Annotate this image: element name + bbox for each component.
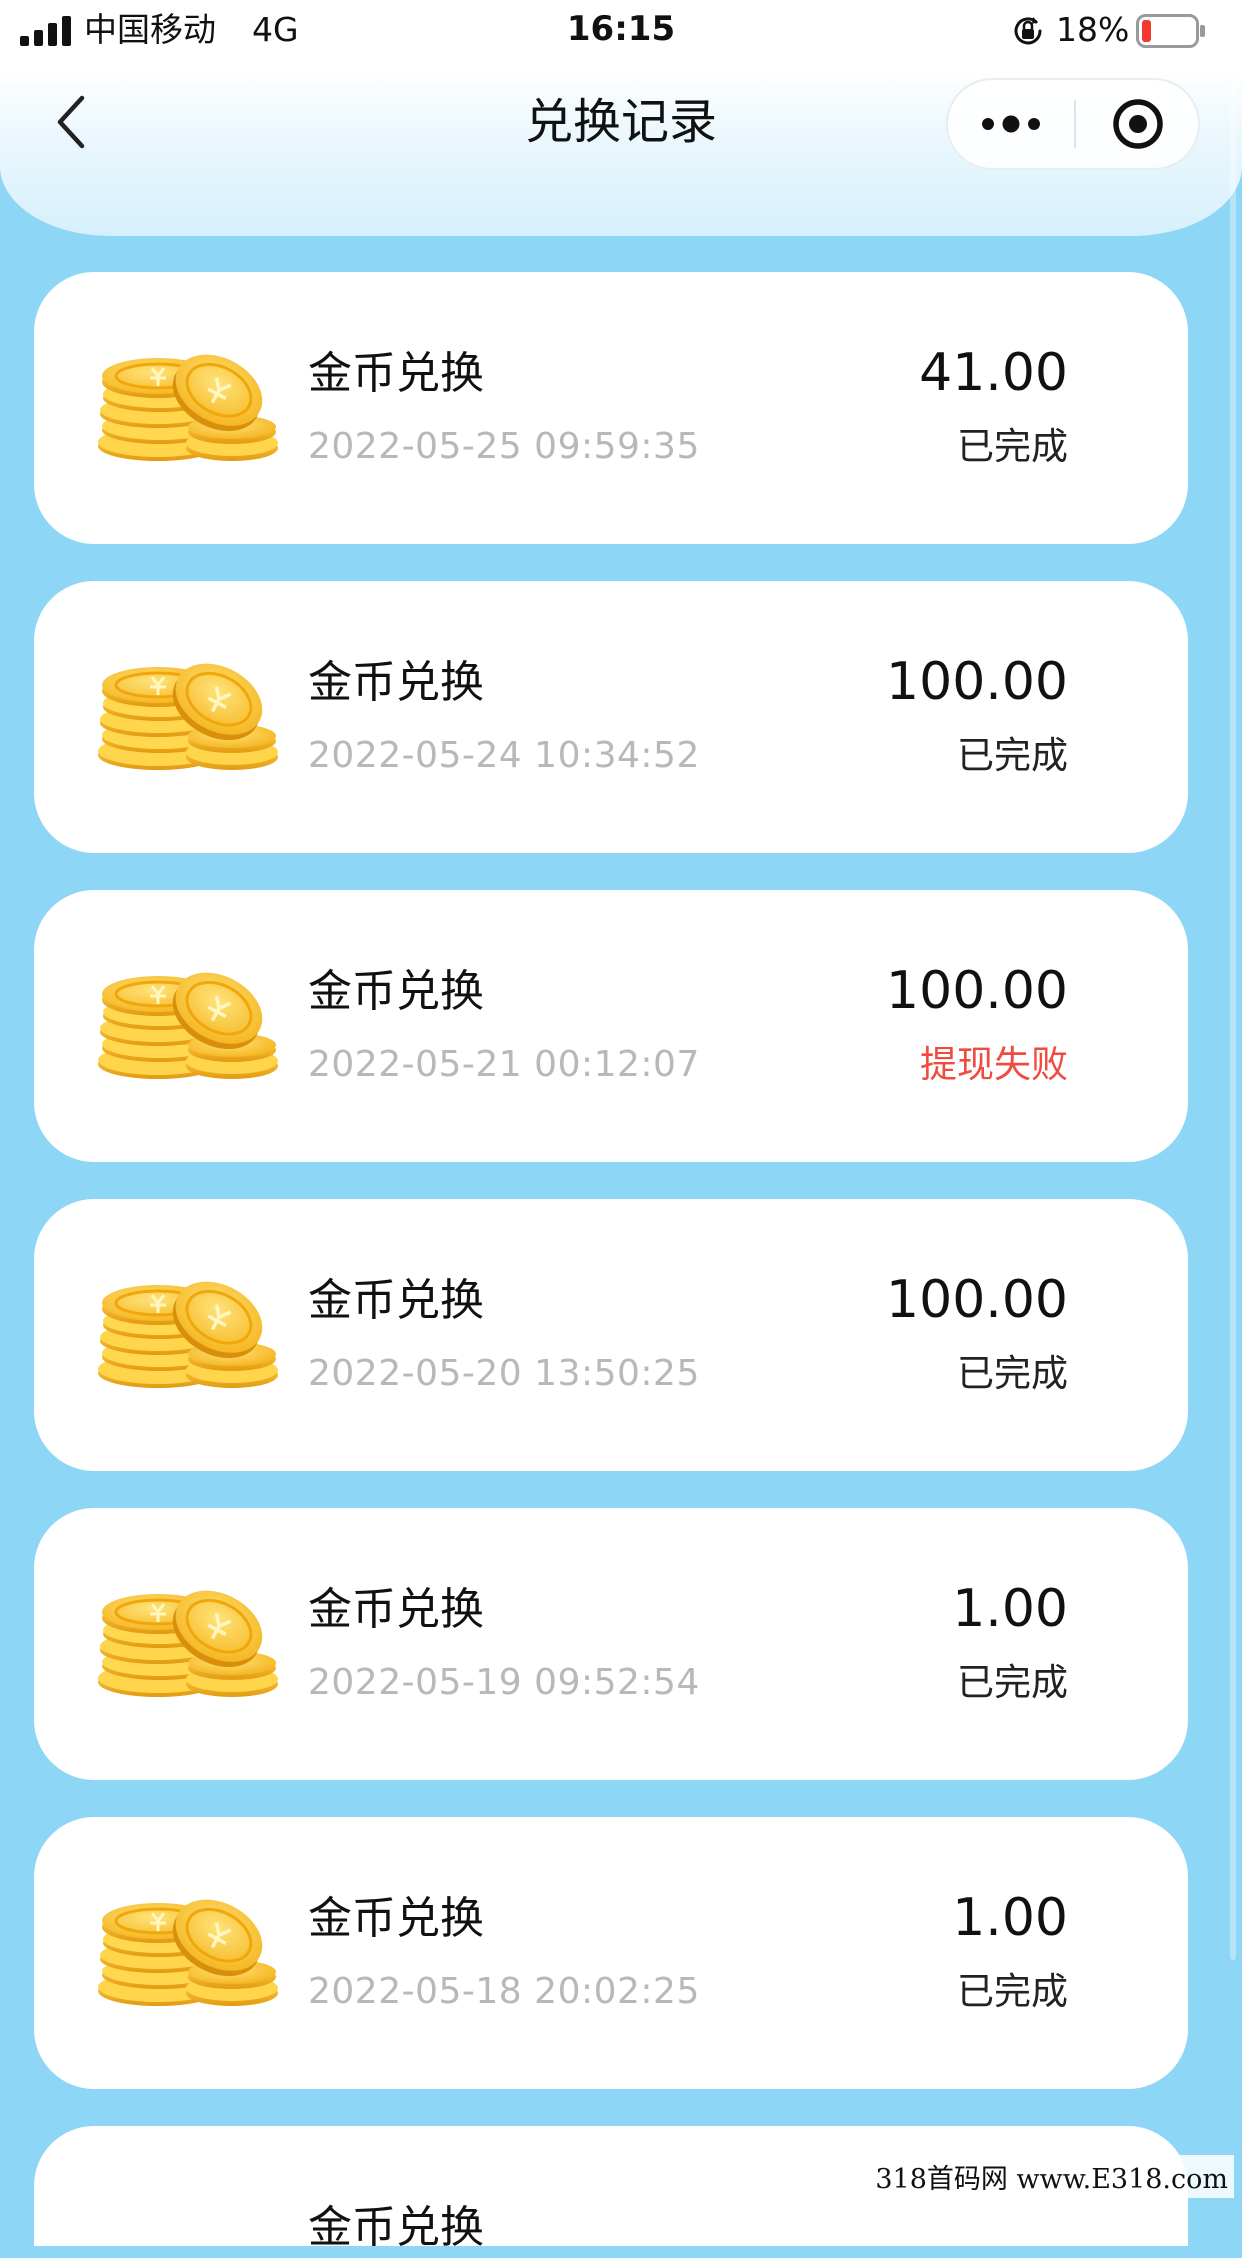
- record-title: 金币兑换: [308, 657, 484, 708]
- record-amount: 41.00: [919, 343, 1068, 403]
- record-status: 已完成: [957, 734, 1068, 777]
- record-amount: 100.00: [886, 1270, 1068, 1330]
- record-status: 已完成: [957, 1970, 1068, 2013]
- gold-coins-icon: [96, 1885, 280, 2009]
- gold-coins-icon: [96, 340, 280, 464]
- record-list: 金币兑换 2022-05-25 09:59:35 41.00 已完成 金币兑换 …: [0, 0, 1242, 2253]
- record-amount: 100.00: [886, 652, 1068, 712]
- record-title: 金币兑换: [308, 1584, 484, 1635]
- record-title: 金币兑换: [308, 2202, 484, 2253]
- gold-coins-icon: [96, 958, 280, 1082]
- record-status-failed: 提现失败: [920, 1043, 1068, 1086]
- record-amount: 100.00: [886, 961, 1068, 1021]
- record-status: 已完成: [957, 1352, 1068, 1395]
- battery-level-fill: [1142, 20, 1151, 42]
- record-time: 2022-05-18 20:02:25: [308, 1971, 700, 2012]
- record-time: 2022-05-25 09:59:35: [308, 426, 700, 467]
- record-title: 金币兑换: [308, 966, 484, 1017]
- record-card[interactable]: 金币兑换 2022-05-21 00:12:07 100.00 提现失败: [34, 890, 1188, 1162]
- mini-program-capsule: [946, 78, 1200, 170]
- battery-icon: [1136, 14, 1205, 48]
- record-title: 金币兑换: [308, 348, 484, 399]
- record-title: 金币兑换: [308, 1275, 484, 1326]
- gold-coins-icon: [96, 1576, 280, 1700]
- more-button[interactable]: [948, 80, 1074, 168]
- rotation-lock-icon: [1014, 17, 1042, 45]
- record-time: 2022-05-21 00:12:07: [308, 1044, 700, 1085]
- record-time: 2022-05-24 10:34:52: [308, 735, 700, 776]
- more-dots-icon: [982, 115, 1040, 133]
- record-status: 已完成: [957, 1661, 1068, 1704]
- battery-percent: 18%: [1056, 10, 1130, 49]
- record-amount: 1.00: [952, 1579, 1068, 1639]
- record-time: 2022-05-19 09:52:54: [308, 1662, 700, 1703]
- gold-coins-icon: [96, 1267, 280, 1391]
- record-card[interactable]: 金币兑换 2022-05-20 13:50:25 100.00 已完成: [34, 1199, 1188, 1471]
- record-card[interactable]: 金币兑换 2022-05-18 20:02:25 1.00 已完成: [34, 1817, 1188, 2089]
- scrollbar[interactable]: [1230, 60, 1236, 1960]
- record-time: 2022-05-20 13:50:25: [308, 1353, 700, 1394]
- record-title: 金币兑换: [308, 1893, 484, 1944]
- watermark: 318首码网 www.E318.com: [869, 2155, 1234, 2198]
- gold-coins-icon: [96, 649, 280, 773]
- record-amount: 1.00: [952, 1888, 1068, 1948]
- record-card[interactable]: 金币兑换 2022-05-24 10:34:52 100.00 已完成: [34, 581, 1188, 853]
- record-card[interactable]: 金币兑换 2022-05-19 09:52:54 1.00 已完成: [34, 1508, 1188, 1780]
- record-status: 已完成: [957, 425, 1068, 468]
- close-button[interactable]: [1076, 80, 1200, 168]
- record-card[interactable]: 金币兑换 2022-05-25 09:59:35 41.00 已完成: [34, 272, 1188, 544]
- status-bar: 中国移动 4G 16:15 18%: [0, 0, 1242, 62]
- target-close-icon: [1113, 99, 1163, 149]
